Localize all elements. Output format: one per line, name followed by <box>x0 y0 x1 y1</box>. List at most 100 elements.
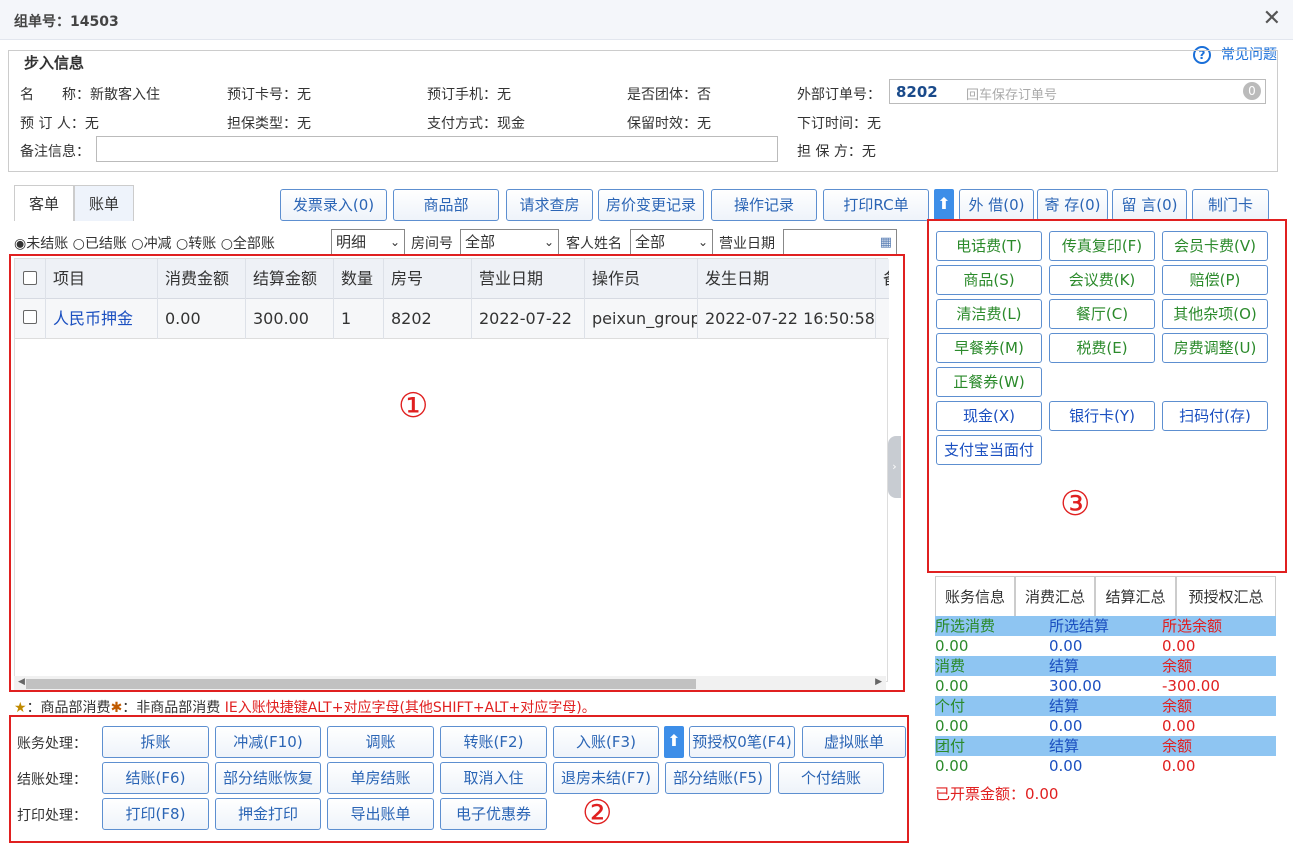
invoiced-amount-label: 已开票金额： <box>935 785 1026 803</box>
radio-unsettled[interactable]: ◉未结账 <box>14 236 68 252</box>
radio-all[interactable]: ○全部账 <box>221 236 275 252</box>
guest-filter-label: 客人姓名 <box>566 236 622 252</box>
calendar-icon[interactable]: ▦ <box>880 231 892 255</box>
annotation-box-grid <box>9 254 905 692</box>
individual-checkout-button[interactable]: 个付结账 <box>778 762 884 794</box>
selected-balance-value: 0.00 <box>1162 637 1196 655</box>
preauth-button[interactable]: 预授权0笔(F4) <box>689 726 795 758</box>
e-coupon-button[interactable]: 电子优惠券 <box>440 798 547 830</box>
total-balance-value: -300.00 <box>1162 677 1220 695</box>
chevron-down-icon: ⌄ <box>697 235 708 249</box>
item-misc-button[interactable]: 其他杂项(O) <box>1162 299 1268 329</box>
pay-alipay-button[interactable]: 支付宝当面付 <box>936 435 1042 465</box>
tab-account-info[interactable]: 账务信息 <box>935 576 1015 616</box>
pay-scan-button[interactable]: 扫码付(存) <box>1162 401 1268 431</box>
pay-bank-card-button[interactable]: 银行卡(Y) <box>1049 401 1155 431</box>
memo-input[interactable] <box>96 136 778 162</box>
post-button[interactable]: 入账(F3) <box>553 726 659 758</box>
tab-consume-summary[interactable]: 消费汇总 <box>1015 576 1095 616</box>
radio-transfer[interactable]: ○转账 <box>176 236 216 252</box>
invoice-entry-button[interactable]: 发票录入(0) <box>280 189 387 221</box>
tab-bill[interactable]: 账单 <box>74 185 135 221</box>
offset-button[interactable]: 冲减(F10) <box>215 726 321 758</box>
tab-preauth-summary[interactable]: 预授权汇总 <box>1176 576 1276 616</box>
checkout-unsettled-button[interactable]: 退房未结(F7) <box>553 762 659 794</box>
detail-mode-select[interactable]: 明细 ⌄ <box>331 229 405 255</box>
item-tax-button[interactable]: 税费(E) <box>1049 333 1155 363</box>
invoiced-amount: 已开票金额：0.00 <box>935 783 1058 804</box>
retain-label: 保留时效： <box>627 116 697 132</box>
booker-field: 预 订 人：无 <box>20 113 99 133</box>
virtual-bill-button[interactable]: 虚拟账单 <box>802 726 906 758</box>
item-meal-coupon-button[interactable]: 正餐券(W) <box>936 367 1042 397</box>
summary-total-header: 消费 结算 余额 <box>935 656 1276 676</box>
summary-individual-header: 个付 结算 余额 <box>935 696 1276 716</box>
pay-cash-button[interactable]: 现金(X) <box>936 401 1042 431</box>
radio-offset[interactable]: ○冲减 <box>131 236 171 252</box>
bizdate-input[interactable]: ▦ <box>783 229 897 255</box>
collapse-up-icon[interactable]: ⬆ <box>934 189 954 221</box>
bill-status-radios: ◉未结账 ○已结账 ○冲减 ○转账 ○全部账 <box>14 233 275 253</box>
radio-settled[interactable]: ○已结账 <box>73 236 127 252</box>
item-room-adjust-button[interactable]: 房费调整(U) <box>1162 333 1268 363</box>
group-settle-value: 0.00 <box>1049 757 1083 775</box>
deposit-print-button[interactable]: 押金打印 <box>215 798 321 830</box>
item-compensation-button[interactable]: 赔偿(P) <box>1162 265 1268 295</box>
booker-label: 预 订 人： <box>20 116 85 132</box>
deposit-button[interactable]: 寄 存(0) <box>1037 189 1108 221</box>
total-settle-label: 结算 <box>1049 657 1080 675</box>
request-check-room-button[interactable]: 请求查房 <box>506 189 593 221</box>
summary-individual-values: 0.00 0.00 0.00 <box>935 716 1276 736</box>
rate-change-log-button[interactable]: 房价变更记录 <box>598 189 704 221</box>
export-bill-button[interactable]: 导出账单 <box>327 798 434 830</box>
room-select[interactable]: 全部 ⌄ <box>460 229 559 255</box>
radio-transfer-label: 转账 <box>188 236 217 252</box>
item-goods-button[interactable]: 商品(S) <box>936 265 1042 295</box>
print-rc-button[interactable]: 打印RC单 <box>823 189 929 221</box>
partial-restore-button[interactable]: 部分结账恢复 <box>215 762 321 794</box>
tab-guest[interactable]: 客单 <box>14 185 75 221</box>
room-filter-label: 房间号 <box>411 236 453 252</box>
message-button[interactable]: 留 言(0) <box>1112 189 1187 221</box>
item-phone-button[interactable]: 电话费(T) <box>936 231 1042 261</box>
lend-button[interactable]: 外 借(0) <box>959 189 1034 221</box>
tab-settle-summary[interactable]: 结算汇总 <box>1095 576 1176 616</box>
ext-order-input[interactable]: 8202 回车保存订单号 0 <box>889 79 1266 104</box>
goods-dept-button[interactable]: 商品部 <box>393 189 499 221</box>
guest-select[interactable]: 全部 ⌄ <box>630 229 713 255</box>
checkout-button[interactable]: 结账(F6) <box>102 762 209 794</box>
close-icon[interactable]: ✕ <box>1263 6 1281 31</box>
chevron-down-icon: ⌄ <box>543 235 554 249</box>
transfer-button[interactable]: 转账(F2) <box>440 726 547 758</box>
radio-settled-label: 已结账 <box>84 236 127 252</box>
split-bill-button[interactable]: 拆账 <box>102 726 209 758</box>
make-door-card-button[interactable]: 制门卡 <box>1192 189 1269 221</box>
print-button[interactable]: 打印(F8) <box>102 798 209 830</box>
name-value: 新散客入住 <box>90 87 160 103</box>
total-balance-label: 余额 <box>1162 657 1193 675</box>
total-consume-label: 消费 <box>935 657 966 675</box>
group-pay-label: 团付 <box>935 737 966 755</box>
item-fax-button[interactable]: 传真复印(F) <box>1049 231 1155 261</box>
single-room-checkout-button[interactable]: 单房结账 <box>327 762 434 794</box>
bill-tabs: 客单 账单 <box>14 185 135 221</box>
collapse-up-icon[interactable]: ⬆ <box>664 726 684 758</box>
phone-field: 预订手机：无 <box>427 84 511 104</box>
radio-all-label: 全部账 <box>232 236 275 252</box>
partial-checkout-button[interactable]: 部分结账(F5) <box>665 762 771 794</box>
item-meeting-button[interactable]: 会议费(K) <box>1049 265 1155 295</box>
operation-log-button[interactable]: 操作记录 <box>711 189 817 221</box>
order-time-value: 无 <box>867 116 881 132</box>
item-cleaning-button[interactable]: 清洁费(L) <box>936 299 1042 329</box>
adjust-button[interactable]: 调账 <box>327 726 434 758</box>
individual-pay-label: 个付 <box>935 697 966 715</box>
item-breakfast-button[interactable]: 早餐券(M) <box>936 333 1042 363</box>
item-member-card-button[interactable]: 会员卡费(V) <box>1162 231 1268 261</box>
guarantee-type-label: 担保类型： <box>227 116 297 132</box>
cancel-checkin-button[interactable]: 取消入住 <box>440 762 547 794</box>
name-field: 名 称：新散客入住 <box>20 84 160 104</box>
item-restaurant-button[interactable]: 餐厅(C) <box>1049 299 1155 329</box>
pay-label: 支付方式： <box>427 116 497 132</box>
nongoods-legend: ：非商品部消费 <box>122 700 221 716</box>
ext-order-placeholder: 回车保存订单号 <box>966 88 1058 103</box>
